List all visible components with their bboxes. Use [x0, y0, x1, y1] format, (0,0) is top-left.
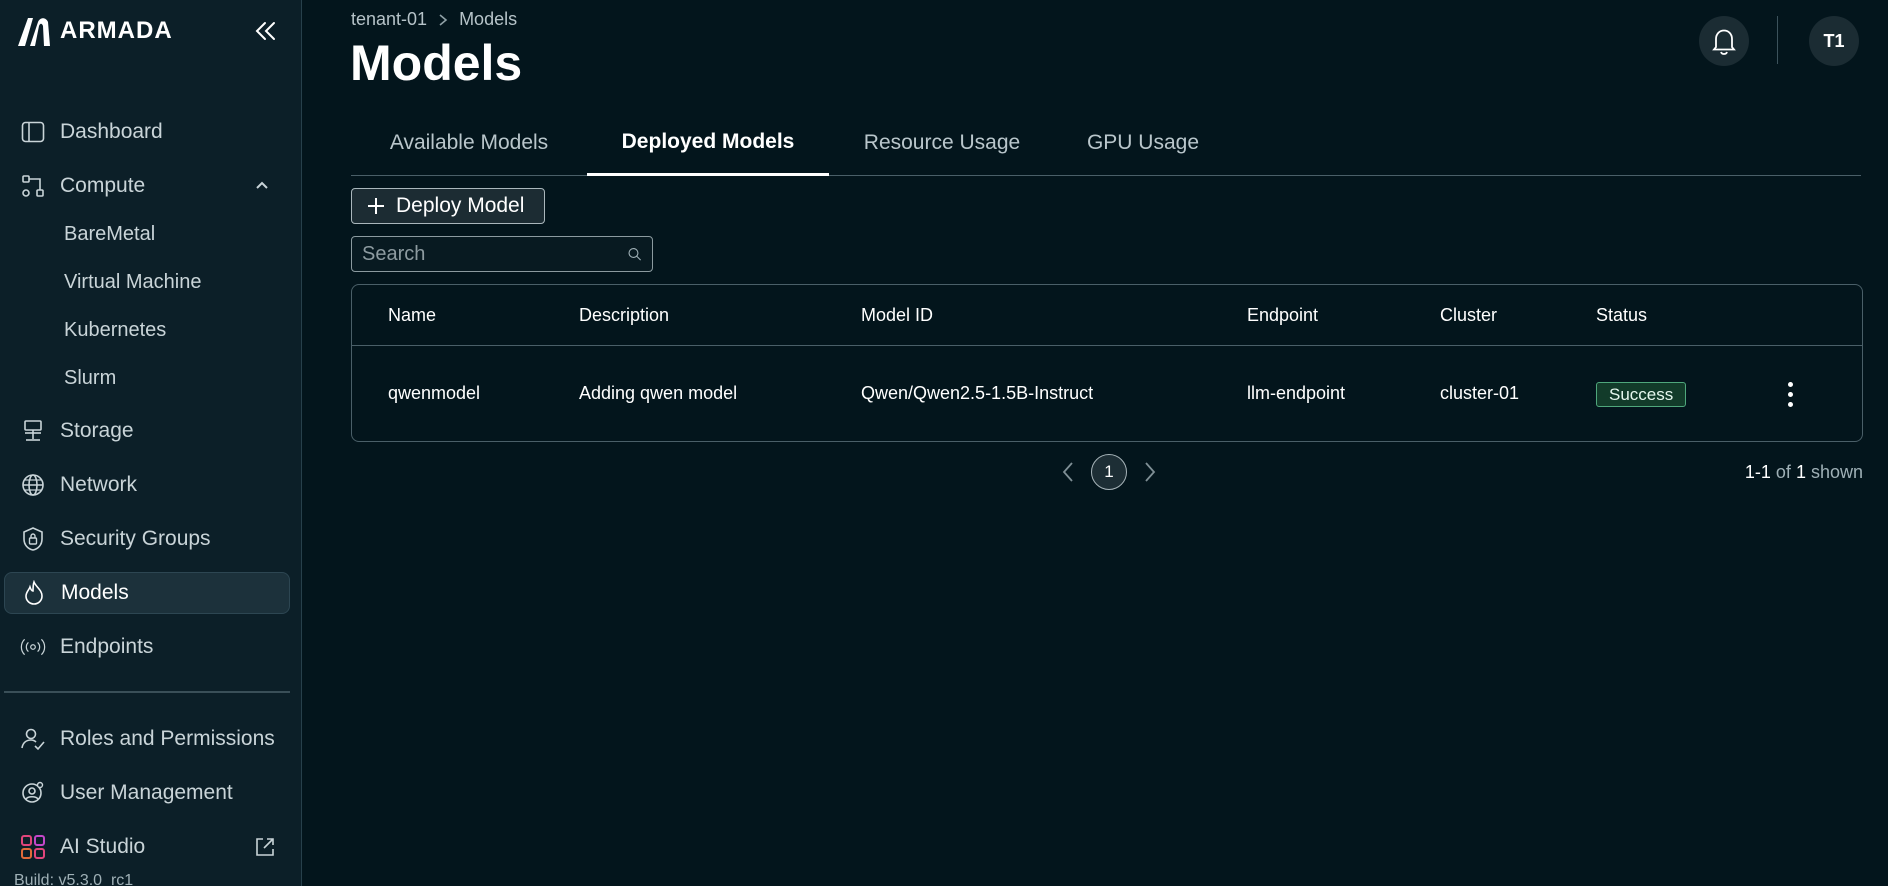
double-chevron-left-icon [255, 22, 275, 40]
sidebar-item-label: Security Groups [60, 527, 211, 550]
shield-icon [20, 526, 46, 552]
user-gear-icon [20, 780, 46, 806]
cell-cluster: cluster-01 [1440, 383, 1520, 403]
sidebar-item-endpoints[interactable]: Endpoints [4, 626, 290, 668]
tab-bar: Available Models Deployed Models Resourc… [351, 110, 1861, 176]
sidebar: ARMADA Dashboard Compute BareMetal Virtu… [0, 0, 302, 886]
sidebar-subitem-slurm[interactable]: Slurm [64, 362, 116, 394]
column-header-endpoint[interactable]: Endpoint [1247, 305, 1318, 326]
sidebar-item-compute[interactable]: Compute [4, 165, 290, 207]
build-version: Build: v5.3.0_rc1 [14, 872, 134, 886]
results-total: 1 [1795, 462, 1806, 482]
results-of-label: of [1775, 462, 1791, 482]
ai-studio-icon [20, 834, 46, 860]
sidebar-item-label: Network [60, 473, 138, 496]
dashboard-icon [20, 119, 46, 145]
collapse-sidebar-button[interactable] [250, 16, 282, 46]
sidebar-item-label: Roles and Permissions [60, 727, 275, 750]
page-title: Models [350, 35, 523, 91]
brand-logo[interactable]: ARMADA [16, 14, 173, 48]
results-count: 1-1 of 1 shown [1745, 462, 1863, 483]
main-content: tenant-01 Models Models T1 Available Mod… [303, 0, 1888, 886]
storage-icon [20, 418, 46, 444]
status-badge: Success [1596, 382, 1687, 407]
compute-icon [20, 173, 46, 199]
cell-description: Adding qwen model [579, 383, 738, 403]
header-separator [1777, 16, 1778, 64]
search-input[interactable] [362, 242, 627, 266]
column-header-status[interactable]: Status [1596, 305, 1647, 326]
deploy-model-button[interactable]: Deploy Model [351, 188, 545, 224]
chevron-left-icon [1062, 462, 1073, 482]
cell-endpoint: llm-endpoint [1247, 383, 1346, 403]
pagination: 1 [1057, 454, 1161, 490]
sidebar-item-label: Models [61, 581, 129, 604]
sidebar-subitem-baremetal[interactable]: BareMetal [64, 218, 155, 250]
sidebar-item-models[interactable]: Models [4, 572, 290, 614]
brand-name: ARMADA [60, 17, 173, 44]
search-box [351, 236, 653, 272]
sidebar-subitem-virtual-machine[interactable]: Virtual Machine [64, 266, 201, 298]
sidebar-item-label: User Management [60, 781, 233, 804]
plus-icon [368, 198, 384, 214]
sidebar-subitem-kubernetes[interactable]: Kubernetes [64, 314, 166, 346]
sidebar-item-storage[interactable]: Storage [4, 410, 290, 452]
sidebar-item-security-groups[interactable]: Security Groups [4, 518, 290, 560]
tab-resource-usage[interactable]: Resource Usage [829, 110, 1055, 176]
broadcast-icon [20, 634, 46, 660]
page-number-button[interactable]: 1 [1091, 454, 1127, 490]
results-range: 1-1 [1744, 462, 1771, 482]
sidebar-item-roles-and-permissions[interactable]: Roles and Permissions [4, 718, 290, 760]
search-icon[interactable] [627, 243, 642, 265]
globe-icon [20, 472, 46, 498]
breadcrumb-current: Models [459, 9, 518, 29]
sidebar-item-label: Dashboard [60, 120, 163, 143]
sidebar-item-user-management[interactable]: User Management [4, 772, 290, 814]
flame-icon [21, 580, 47, 606]
external-link-icon[interactable] [254, 836, 276, 858]
armada-logo-icon [18, 18, 50, 46]
column-header-model-id[interactable]: Model ID [861, 305, 933, 326]
table-row[interactable]: qwenmodel Adding qwen model Qwen/Qwen2.5… [352, 346, 1862, 441]
notifications-button[interactable] [1699, 16, 1749, 66]
sidebar-item-label: Compute [60, 174, 146, 197]
kebab-dot [1787, 381, 1793, 387]
breadcrumb: tenant-01 Models [351, 9, 517, 30]
kebab-dot [1787, 391, 1793, 397]
tab-gpu-usage[interactable]: GPU Usage [1055, 110, 1231, 176]
results-suffix: shown [1810, 462, 1863, 482]
breadcrumb-tenant[interactable]: tenant-01 [351, 9, 427, 30]
sidebar-divider [4, 691, 290, 693]
table-header: Name Description Model ID Endpoint Clust… [352, 285, 1862, 346]
sidebar-item-label: AI Studio [60, 835, 146, 858]
sidebar-item-label: Storage [60, 419, 134, 442]
deployed-models-table: Name Description Model ID Endpoint Clust… [351, 284, 1863, 442]
row-actions-menu-button[interactable] [1778, 374, 1802, 414]
cell-name: qwenmodel [388, 383, 481, 403]
tab-deployed-models[interactable]: Deployed Models [587, 110, 829, 176]
sidebar-item-label: Endpoints [60, 635, 154, 658]
chevron-right-icon [1145, 462, 1156, 482]
column-header-description[interactable]: Description [579, 305, 669, 326]
tab-available-models[interactable]: Available Models [351, 110, 587, 176]
sidebar-item-dashboard[interactable]: Dashboard [4, 111, 290, 153]
users-icon [20, 726, 46, 752]
prev-page-button[interactable] [1057, 461, 1079, 483]
sidebar-item-network[interactable]: Network [4, 464, 290, 506]
chevron-right-icon [439, 13, 448, 26]
cell-model-id: Qwen/Qwen2.5-1.5B-Instruct [861, 383, 1094, 403]
kebab-dot [1787, 401, 1793, 407]
sidebar-item-ai-studio[interactable]: AI Studio [4, 826, 290, 868]
deploy-model-label: Deploy Model [396, 194, 525, 217]
column-header-cluster[interactable]: Cluster [1440, 305, 1497, 326]
chevron-up-icon [256, 181, 268, 189]
avatar[interactable]: T1 [1809, 16, 1859, 66]
next-page-button[interactable] [1139, 461, 1161, 483]
bell-icon [1712, 29, 1736, 55]
app-root: ARMADA Dashboard Compute BareMetal Virtu… [0, 0, 1888, 886]
column-header-name[interactable]: Name [388, 305, 436, 326]
